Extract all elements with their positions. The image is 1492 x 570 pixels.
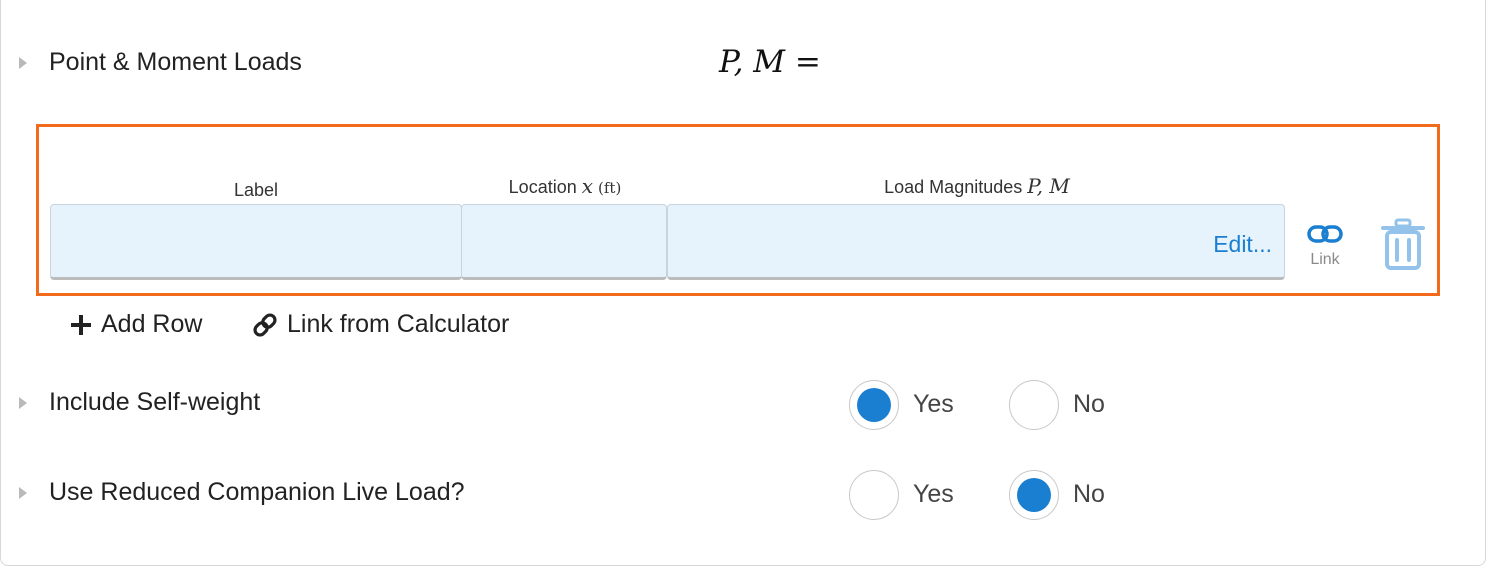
column-header-location: Location x (ft)	[463, 174, 667, 198]
link-icon	[253, 312, 277, 337]
reduced-live-yes-label: Yes	[913, 480, 954, 508]
link-from-calculator-label: Link from Calculator	[287, 310, 510, 338]
magnitudes-input-cell[interactable]: Edit...	[667, 204, 1285, 280]
location-input-cell[interactable]	[461, 204, 667, 280]
trash-icon	[1381, 218, 1425, 270]
plus-icon	[71, 314, 91, 335]
magnitudes-variables: P, M	[1027, 174, 1070, 198]
edit-magnitudes-link[interactable]: Edit...	[1213, 231, 1272, 258]
link-button[interactable]: Link	[1299, 224, 1351, 276]
self-weight-row[interactable]: Include Self-weight	[19, 388, 260, 417]
self-weight-yes-label: Yes	[913, 390, 954, 418]
reduced-live-load-row[interactable]: Use Reduced Companion Live Load?	[19, 478, 465, 507]
reduced-live-no-label: No	[1073, 480, 1105, 508]
column-header-magnitudes: Load Magnitudes P, M	[669, 174, 1285, 198]
link-from-calculator-button[interactable]: Link from Calculator	[251, 310, 509, 339]
self-weight-yes-radio[interactable]	[849, 380, 899, 430]
beam-loads-panel: Point & Moment Loads P, M = Label Locati…	[0, 0, 1486, 566]
expand-triangle-icon[interactable]	[19, 396, 27, 409]
expand-triangle-icon[interactable]	[19, 486, 27, 499]
point-moment-loads-label: Point & Moment Loads	[49, 48, 302, 76]
location-header-text: Location	[508, 177, 582, 197]
column-header-label: Label	[233, 180, 279, 200]
link-chain-icon	[1307, 225, 1343, 243]
label-input-cell[interactable]	[50, 204, 462, 280]
location-variable: x	[581, 174, 594, 198]
reduced-live-no-radio[interactable]	[1009, 470, 1059, 520]
reduced-live-load-label: Use Reduced Companion Live Load?	[49, 478, 465, 506]
self-weight-no-radio[interactable]	[1009, 380, 1059, 430]
add-row-button[interactable]: Add Row	[69, 310, 202, 339]
self-weight-label: Include Self-weight	[49, 388, 261, 416]
magnitudes-header-text: Load Magnitudes	[884, 177, 1028, 197]
location-unit: (ft)	[598, 179, 622, 197]
delete-row-button[interactable]	[1381, 218, 1425, 270]
self-weight-no-label: No	[1073, 390, 1105, 418]
add-row-label: Add Row	[101, 310, 203, 338]
link-label: Link	[1310, 251, 1340, 268]
reduced-live-yes-radio[interactable]	[849, 470, 899, 520]
point-moment-formula: P, M =	[719, 44, 821, 80]
point-moment-loads-row[interactable]: Point & Moment Loads	[19, 48, 302, 77]
expand-triangle-icon[interactable]	[19, 56, 27, 69]
